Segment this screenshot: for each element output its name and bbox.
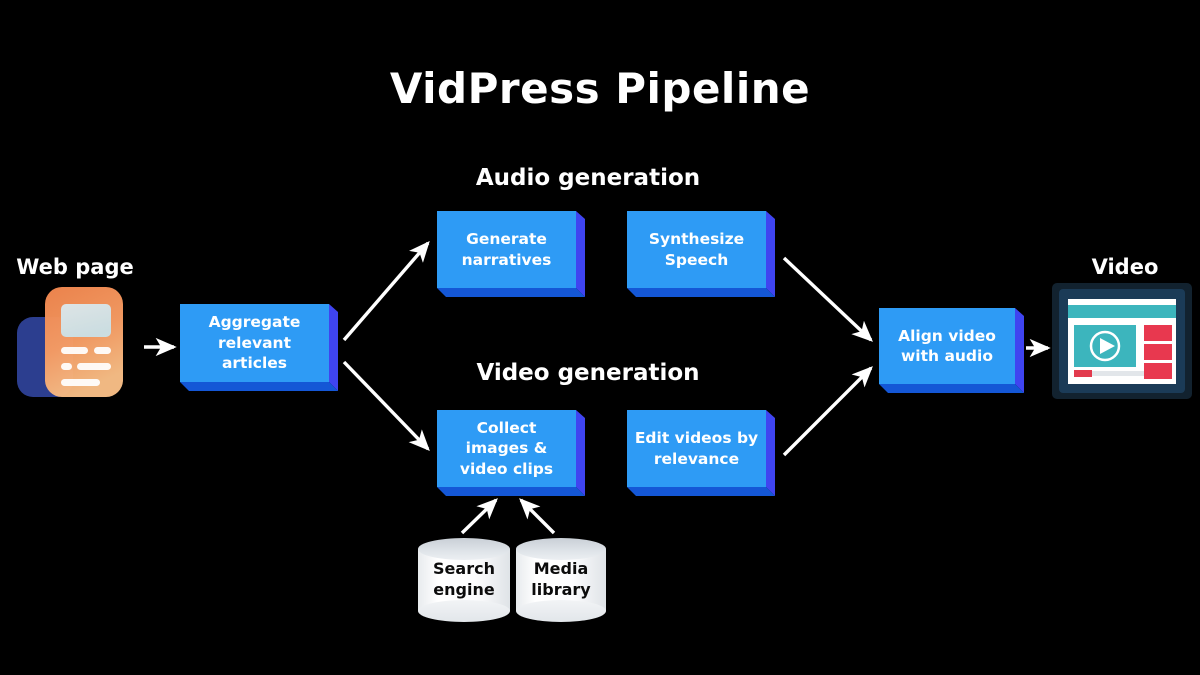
process-box-generate-narratives[interactable]: Generate narratives — [437, 211, 585, 297]
aggregate-line2: relevant articles — [218, 333, 291, 373]
data-store-search-engine-label: Search engine — [418, 538, 510, 622]
arrow-synthesize-speech-to-align-video — [782, 256, 873, 342]
section-label-video: Video generation — [476, 360, 700, 386]
data-store-media-library-label: Media library — [516, 538, 606, 622]
webpage-label: Web page — [16, 255, 134, 279]
data-store-search-engine[interactable]: Search engine — [418, 538, 510, 622]
generate-narratives-line1: Generate — [466, 230, 547, 249]
collect-images-line2: video clips — [459, 459, 554, 478]
collect-images-line1: Collect images & — [465, 418, 548, 458]
synthesize-speech-line1: Synthesize — [648, 230, 745, 249]
synthesize-speech-line2: Speech — [664, 250, 729, 269]
search-engine-line1: Search — [433, 559, 495, 579]
page-title: VidPress Pipeline — [389, 64, 811, 113]
arrow-aggregate-to-generate-narratives — [342, 240, 430, 342]
align-video-line1: Align video — [898, 326, 996, 345]
arrow-aggregate-to-collect-images — [342, 360, 430, 451]
process-box-edit-videos-label: Edit videos by relevance — [627, 410, 766, 487]
aggregate-line1: Aggregate — [208, 313, 301, 332]
process-box-aggregate[interactable]: Aggregate relevant articles — [180, 304, 338, 391]
edit-videos-line2: relevance — [653, 449, 740, 468]
video-output-label: Video — [1091, 255, 1159, 279]
process-box-synthesize-speech-label: Synthesize Speech — [627, 211, 766, 288]
data-store-media-library[interactable]: Media library — [516, 538, 606, 622]
media-library-line2: library — [531, 580, 591, 599]
process-box-aggregate-label: Aggregate relevant articles — [180, 304, 329, 382]
section-label-audio: Audio generation — [475, 165, 701, 191]
arrow-media-library-to-collect-images — [519, 498, 556, 535]
search-engine-line2: engine — [433, 580, 495, 599]
video-player-screen-icon — [1052, 283, 1192, 399]
arrow-edit-videos-to-align-video — [782, 366, 873, 457]
process-box-align-video[interactable]: Align video with audio — [879, 308, 1024, 393]
media-library-line1: Media — [533, 559, 589, 579]
process-box-collect-images[interactable]: Collect images & video clips — [437, 410, 585, 496]
process-box-align-video-label: Align video with audio — [879, 308, 1015, 384]
process-box-edit-videos[interactable]: Edit videos by relevance — [627, 410, 775, 496]
webpage-document-icon — [14, 285, 138, 400]
arrow-search-engine-to-collect-images — [460, 498, 498, 535]
diagram-canvas: VidPress Pipeline Web page Audio generat… — [0, 0, 1200, 675]
process-box-synthesize-speech[interactable]: Synthesize Speech — [627, 211, 775, 297]
process-box-generate-narratives-label: Generate narratives — [437, 211, 576, 288]
edit-videos-line1: Edit videos by — [634, 429, 759, 448]
align-video-line2: with audio — [900, 347, 993, 365]
process-box-collect-images-label: Collect images & video clips — [437, 410, 576, 487]
generate-narratives-line2: narratives — [461, 250, 552, 269]
